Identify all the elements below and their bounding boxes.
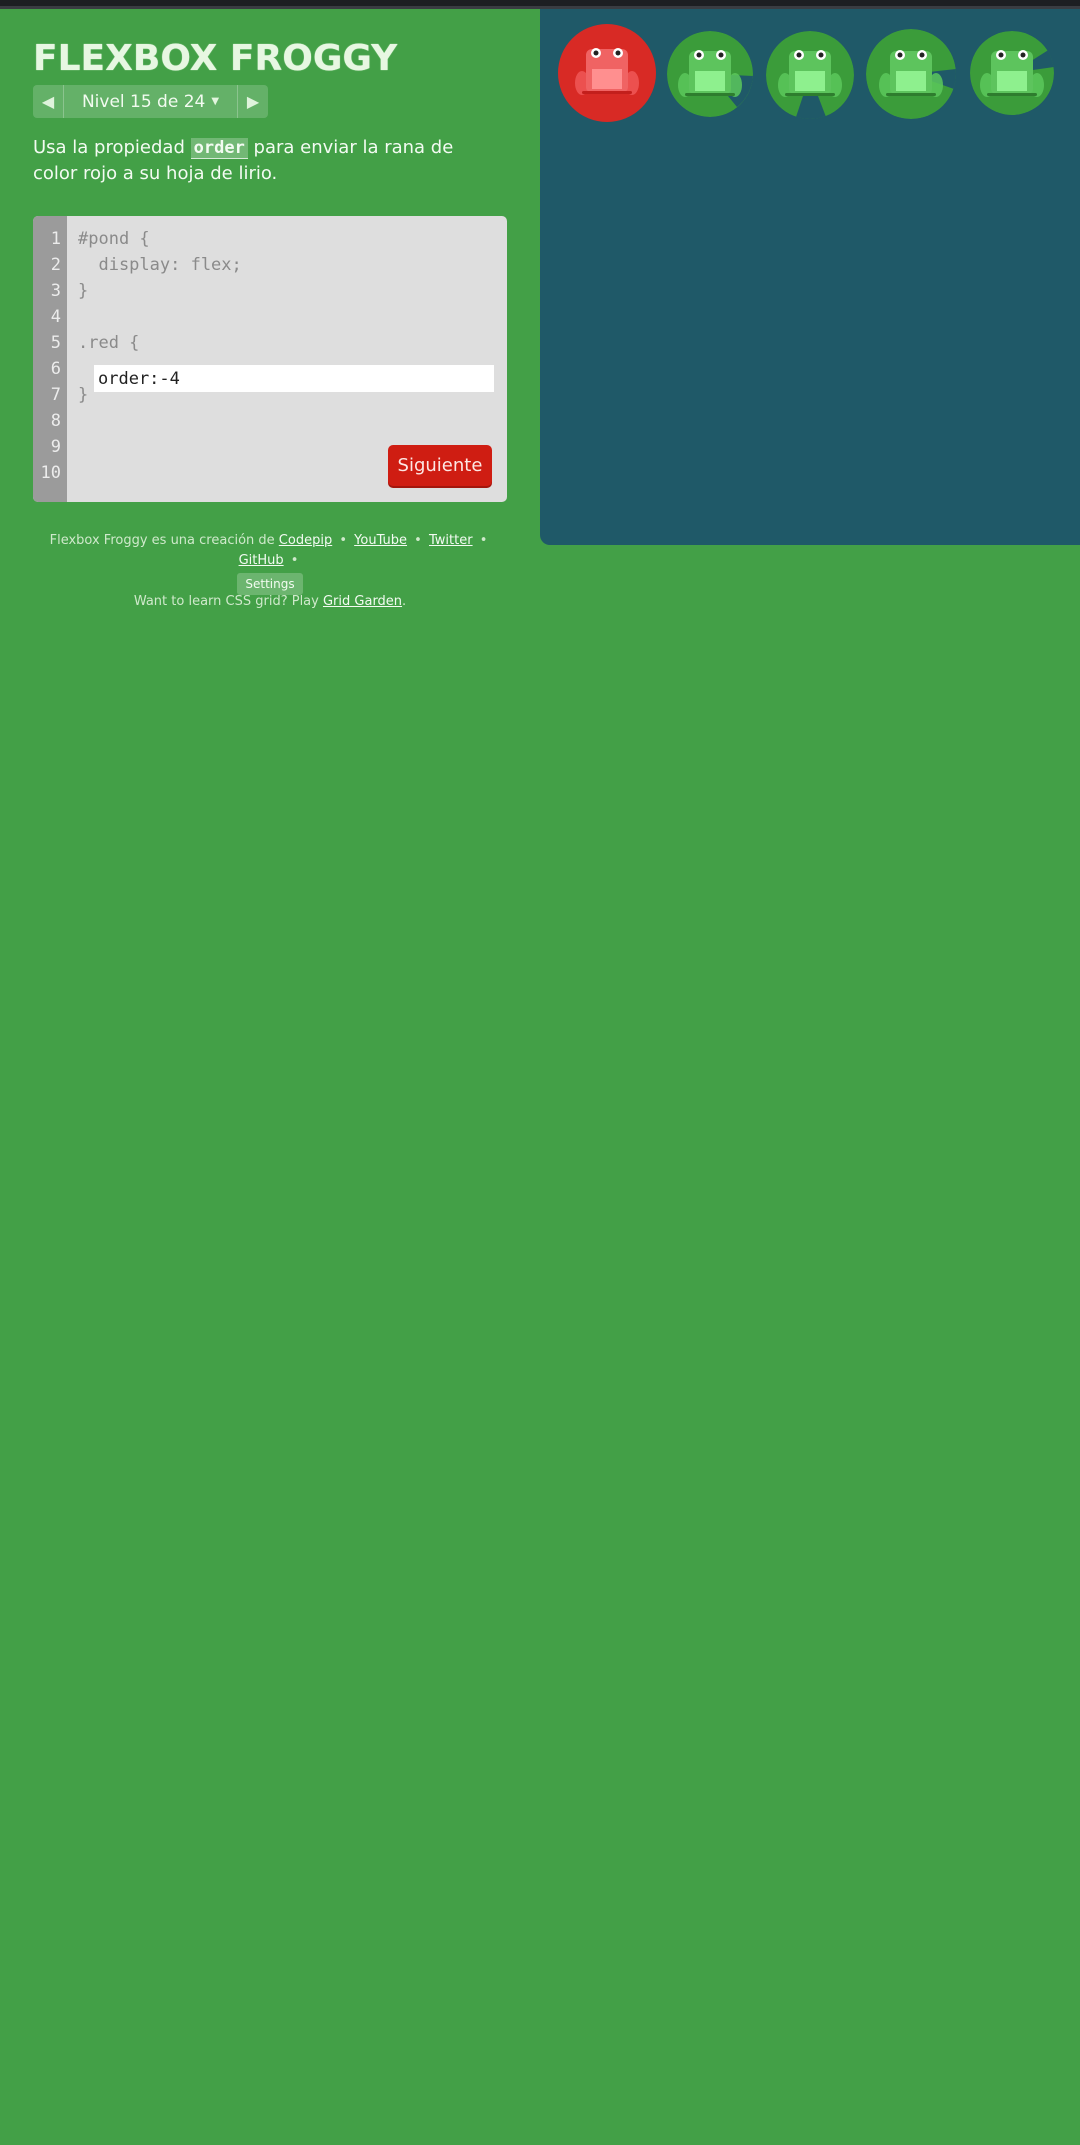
- property-keyword[interactable]: order: [190, 138, 248, 159]
- separator: •: [479, 533, 488, 548]
- credits: Flexbox Froggy es una creación de Codepi…: [33, 531, 507, 595]
- browser-top-bar: [0, 0, 1080, 9]
- promo-end: .: [402, 594, 407, 609]
- level-label: Nivel 15 de 24: [81, 91, 206, 112]
- prev-level-button[interactable]: ◀: [33, 85, 64, 118]
- twitter-link[interactable]: Twitter: [429, 533, 473, 548]
- line-number: 9: [50, 437, 61, 457]
- line-number: 6: [50, 359, 61, 379]
- sidebar: FLEXBOX FROGGY ◀ Nivel 15 de 24 ▼ ▶ Usa …: [0, 9, 540, 2145]
- settings-button[interactable]: Settings: [237, 573, 303, 595]
- red-frog: [575, 48, 639, 95]
- green-frog: [678, 50, 742, 97]
- green-frog: [778, 50, 842, 97]
- level-dropdown[interactable]: Nivel 15 de 24 ▼: [64, 85, 237, 118]
- instructions: Usa la propiedad order para enviar la ra…: [33, 135, 503, 186]
- line-number: 1: [50, 229, 61, 249]
- app-title: FLEXBOX FROGGY: [33, 38, 398, 79]
- grid-garden-promo: Want to learn CSS grid? Play Grid Garden…: [33, 594, 507, 609]
- line-number: 4: [50, 307, 61, 327]
- line-number: 3: [50, 281, 61, 301]
- instructions-prefix: Usa la propiedad: [33, 137, 185, 158]
- code-line: }: [78, 281, 89, 301]
- triangle-left-icon: ◀: [41, 92, 55, 111]
- code-line: #pond {: [78, 229, 150, 249]
- grid-garden-link[interactable]: Grid Garden: [323, 594, 402, 609]
- youtube-link[interactable]: YouTube: [354, 533, 407, 548]
- green-frog: [980, 50, 1044, 97]
- triangle-right-icon: ▶: [246, 92, 260, 111]
- css-editor: 1 2 3 4 5 6 7 8 9 10 #pond { display: fl…: [33, 216, 507, 502]
- green-frog: [879, 50, 943, 97]
- code-line: }: [78, 385, 89, 405]
- promo-text: Want to learn CSS grid? Play: [133, 594, 319, 609]
- line-number-gutter: 1 2 3 4 5 6 7 8 9 10: [33, 216, 67, 502]
- pond-board: [540, 9, 1080, 545]
- separator: •: [414, 533, 422, 548]
- line-number: 10: [40, 463, 61, 483]
- code-line: .red {: [78, 333, 140, 353]
- credits-text: Flexbox Froggy es una creación de: [49, 533, 275, 548]
- line-number: 7: [50, 385, 61, 405]
- separator: •: [339, 533, 348, 548]
- line-number: 8: [50, 411, 61, 431]
- level-selector: ◀ Nivel 15 de 24 ▼ ▶: [33, 85, 268, 118]
- css-answer-input[interactable]: [94, 365, 494, 392]
- next-button[interactable]: Siguiente: [388, 445, 492, 486]
- caret-down-icon: ▼: [211, 96, 220, 107]
- code-line: display: flex;: [78, 255, 242, 275]
- next-level-button[interactable]: ▶: [237, 85, 268, 118]
- line-number: 2: [50, 255, 61, 275]
- codepip-link[interactable]: Codepip: [279, 533, 332, 548]
- github-link[interactable]: GitHub: [239, 553, 284, 568]
- line-number: 5: [50, 333, 61, 353]
- separator: •: [290, 553, 299, 568]
